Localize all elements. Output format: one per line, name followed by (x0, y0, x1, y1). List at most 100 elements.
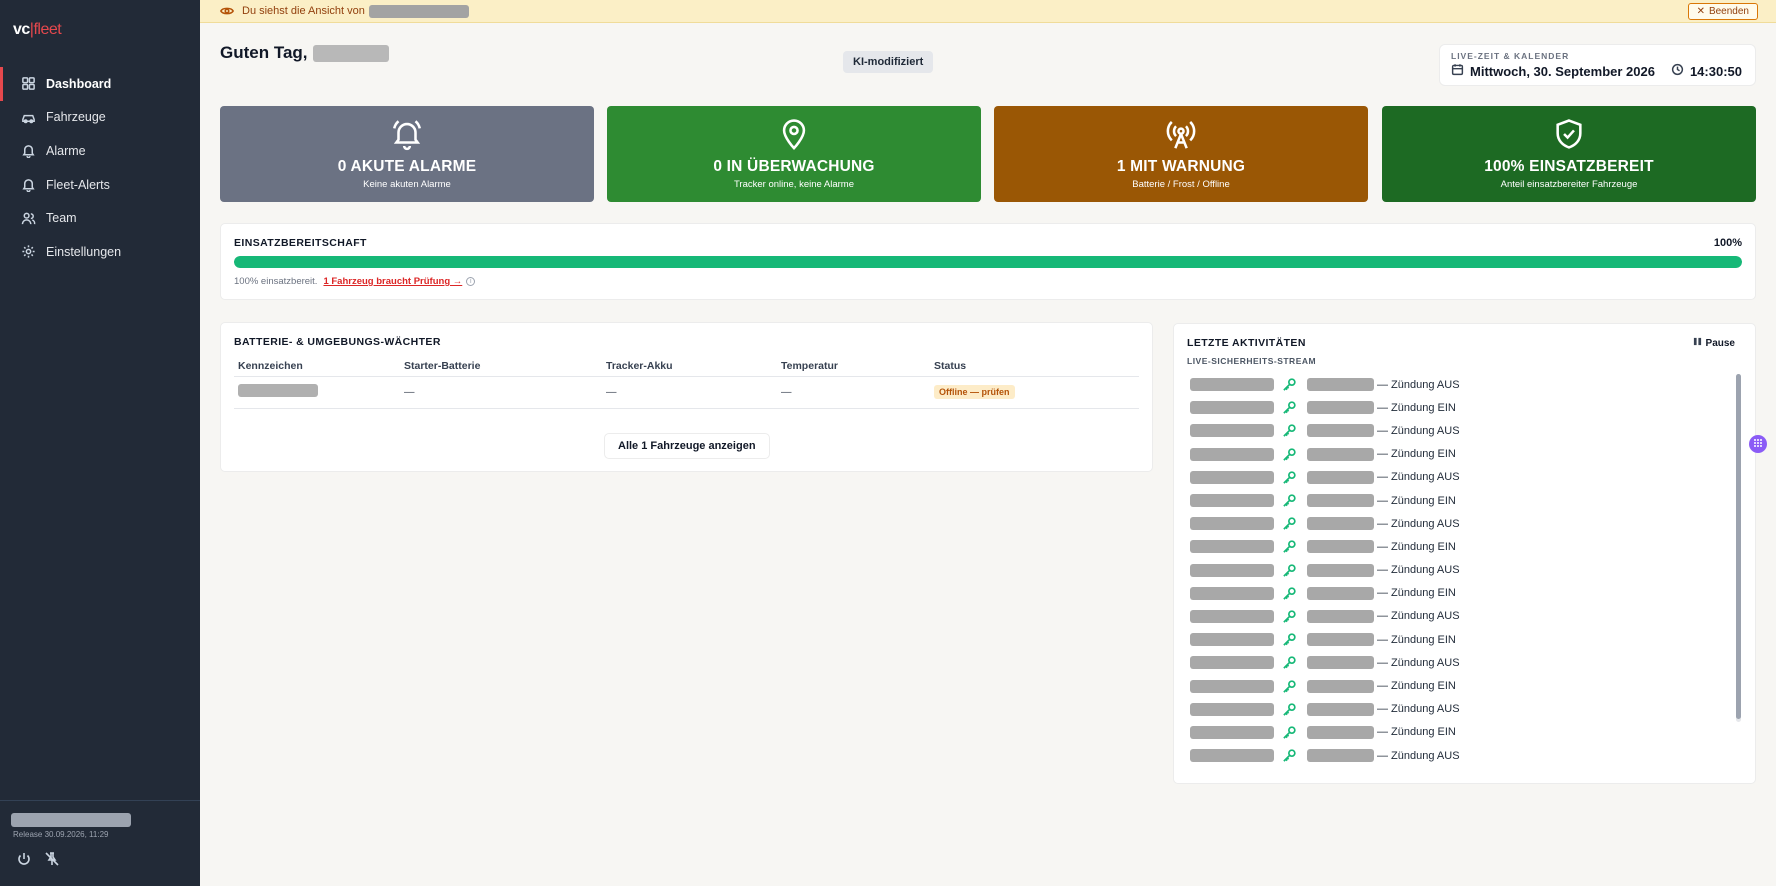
column-header[interactable]: Kennzeichen (234, 356, 400, 377)
event-text: — Zündung AUS (1377, 656, 1460, 669)
key-icon (1282, 539, 1297, 554)
event-text: — Zündung AUS (1377, 749, 1460, 762)
sidebar-item-einstellungen[interactable]: Einstellungen (0, 235, 200, 269)
battery-table: Kennzeichen Starter-Batterie Tracker-Akk… (234, 356, 1139, 409)
driver-redacted (1307, 609, 1374, 623)
show-all-vehicles-button[interactable]: Alle 1 Fahrzeuge anzeigen (604, 433, 770, 459)
assistant-launcher-button[interactable] (1749, 435, 1767, 453)
readiness-progress-bar (234, 256, 1742, 268)
driver-redacted (1307, 749, 1374, 763)
key-icon (1282, 377, 1297, 392)
bell-icon (20, 143, 36, 159)
plate-redacted (238, 384, 318, 397)
logo-part2: fleet (33, 21, 62, 38)
info-icon[interactable]: i (466, 277, 476, 286)
scrollbar-thumb[interactable] (1736, 374, 1741, 719)
gear-icon (20, 244, 36, 260)
brand-logo[interactable]: vc|fleet (13, 21, 62, 39)
list-item[interactable]: — Zündung EIN (1190, 396, 1700, 419)
list-item[interactable]: — Zündung AUS (1190, 559, 1700, 582)
list-item[interactable]: — Zündung EIN (1190, 674, 1700, 697)
activity-subtitle: LIVE-SICHERHEITS-STREAM (1187, 356, 1317, 366)
list-item[interactable]: — Zündung EIN (1190, 767, 1700, 771)
list-item[interactable]: — Zündung EIN (1190, 721, 1700, 744)
activity-list: — Zündung AUS — Zündung EIN — Zündung AUS —… (1190, 373, 1700, 771)
event-text: — Zündung EIN (1377, 448, 1456, 461)
list-item[interactable]: — Zündung EIN (1190, 628, 1700, 651)
apps-icon (1753, 435, 1763, 453)
activity-scrollbar[interactable] (1736, 374, 1741, 722)
kpi-title: 1 MIT WARNUNG (1116, 158, 1246, 175)
kpi-warning[interactable]: 1 MIT WARNUNG Batterie / Frost / Offline (994, 106, 1368, 202)
vehicle-redacted (1190, 424, 1274, 438)
vehicle-redacted (1190, 401, 1274, 415)
pin-off-icon[interactable] (44, 851, 60, 872)
power-icon[interactable] (16, 851, 32, 872)
sidebar-item-fahrzeuge[interactable]: Fahrzeuge (0, 101, 200, 135)
sidebar-item-label: Alarme (46, 143, 86, 158)
kpi-acute-alarms[interactable]: 0 AKUTE ALARME Keine akuten Alarme (220, 106, 594, 202)
vehicle-redacted (1190, 633, 1274, 647)
event-text: — Zündung AUS (1377, 471, 1460, 484)
list-item[interactable]: — Zündung EIN (1190, 489, 1700, 512)
sidebar-item-fleet-alerts[interactable]: Fleet-Alerts (0, 168, 200, 202)
greeting-text: Guten Tag, (220, 43, 308, 62)
key-icon (1282, 679, 1297, 694)
list-item[interactable]: — Zündung AUS (1190, 466, 1700, 489)
list-item[interactable]: — Zündung AUS (1190, 651, 1700, 674)
activity-title: LETZTE AKTIVITÄTEN (1187, 337, 1306, 349)
sidebar-nav: Dashboard Fahrzeuge Alarme Fleet-Alerts … (0, 67, 200, 269)
tracker-battery-value: — (602, 376, 777, 409)
sidebar-footer: Release 30.09.2026, 11:29 (0, 800, 200, 886)
list-item[interactable]: — Zündung AUS (1190, 512, 1700, 535)
event-text: — Zündung AUS (1377, 517, 1460, 530)
list-item[interactable]: — Zündung AUS (1190, 373, 1700, 396)
ki-modified-badge: KI-modifiziert (843, 51, 934, 73)
kpi-monitoring[interactable]: 0 IN ÜBERWACHUNG Tracker online, keine A… (607, 106, 981, 202)
current-date: Mittwoch, 30. September 2026 (1470, 63, 1655, 79)
list-item[interactable]: — Zündung EIN (1190, 582, 1700, 605)
list-item[interactable]: — Zündung EIN (1190, 535, 1700, 558)
driver-redacted (1307, 679, 1374, 693)
vehicle-redacted (1190, 470, 1274, 484)
map-pin-icon (777, 117, 811, 151)
readiness-percent: 100% (1713, 237, 1742, 249)
column-header[interactable]: Status (930, 356, 1139, 377)
clock-label: LIVE-ZEIT & KALENDER (1451, 51, 1570, 61)
event-text: — Zündung AUS (1377, 564, 1460, 577)
current-time: 14:30:50 (1689, 63, 1742, 79)
list-item[interactable]: — Zündung AUS (1190, 698, 1700, 721)
vehicle-check-link[interactable]: 1 Fahrzeug braucht Prüfung → (323, 276, 462, 287)
table-row[interactable]: — — — Offline — prüfen (234, 376, 1139, 409)
banner-text: Du siehst die Ansicht von (242, 5, 365, 17)
key-icon (1282, 563, 1297, 578)
sidebar-item-alarme[interactable]: Alarme (0, 134, 200, 168)
key-icon (1282, 655, 1297, 670)
column-header[interactable]: Starter-Batterie (400, 356, 602, 377)
sidebar-item-label: Einstellungen (46, 244, 122, 259)
sidebar-item-dashboard[interactable]: Dashboard (0, 67, 200, 101)
list-item[interactable]: — Zündung AUS (1190, 419, 1700, 442)
event-text: — Zündung EIN (1377, 680, 1456, 693)
list-item[interactable]: — Zündung AUS (1190, 605, 1700, 628)
car-icon (20, 109, 36, 125)
page-title: Guten Tag, (220, 43, 389, 63)
event-text: — Zündung AUS (1377, 610, 1460, 623)
kpi-subtitle: Tracker online, keine Alarme (733, 179, 855, 190)
column-header[interactable]: Tracker-Akku (602, 356, 777, 377)
driver-redacted (1307, 725, 1374, 739)
list-item[interactable]: — Zündung AUS (1190, 744, 1700, 767)
key-icon (1282, 748, 1297, 763)
driver-redacted (1307, 378, 1374, 392)
release-info: Release 30.09.2026, 11:29 (13, 830, 109, 839)
kpi-ready[interactable]: 100% EINSATZBEREIT Anteil einsatzbereite… (1382, 106, 1756, 202)
event-text: — Zündung AUS (1377, 378, 1460, 391)
key-icon (1282, 423, 1297, 438)
pause-button[interactable]: Pause (1693, 337, 1735, 349)
list-item[interactable]: — Zündung EIN (1190, 443, 1700, 466)
sidebar-item-team[interactable]: Team (0, 201, 200, 235)
readiness-card: EINSATZBEREITSCHAFT 100% 100% einsatzber… (220, 223, 1756, 300)
column-header[interactable]: Temperatur (777, 356, 930, 377)
driver-redacted (1307, 656, 1374, 670)
end-impersonation-button[interactable]: ✕ Beenden (1687, 3, 1758, 20)
